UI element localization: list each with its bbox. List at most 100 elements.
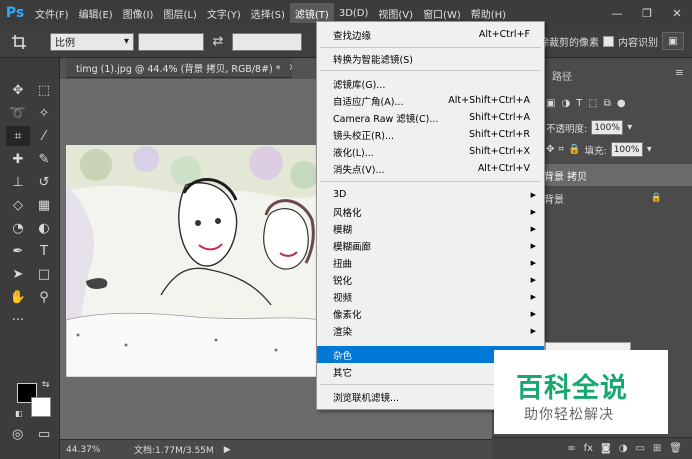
chevron-down-icon[interactable]: ▾ xyxy=(647,144,652,155)
menu-item-3d[interactable]: 3D ▶ xyxy=(317,186,544,203)
menu-item-adaptive-wide-angle[interactable]: 自适应广角(A)... Alt+Shift+Ctrl+A xyxy=(317,92,544,109)
menu-item-sharpen[interactable]: 锐化 ▶ xyxy=(317,271,544,288)
fx-icon[interactable]: fx xyxy=(584,443,593,454)
filter-toggle-icon[interactable]: ● xyxy=(617,98,626,109)
chevron-down-icon[interactable]: ▾ xyxy=(627,122,632,133)
menu-item-lens-correction[interactable]: 镜头校正(R)... Shift+Ctrl+R xyxy=(317,126,544,143)
lasso-tool-icon[interactable]: ➰ xyxy=(6,103,30,123)
menu-help[interactable]: 帮助(H) xyxy=(466,3,511,23)
menu-item-blur[interactable]: 模糊 ▶ xyxy=(317,220,544,237)
photoshop-logo: Ps xyxy=(5,5,25,21)
menu-item-blur-gallery[interactable]: 模糊画廊 ▶ xyxy=(317,237,544,254)
move-tool-icon[interactable]: ✥ xyxy=(6,80,30,100)
crop-height-input[interactable] xyxy=(232,32,302,51)
menu-item-stylize[interactable]: 风格化 ▶ xyxy=(317,203,544,220)
menu-item-liquify[interactable]: 液化(L)... Shift+Ctrl+X xyxy=(317,143,544,160)
new-adjustment-icon[interactable]: ◑ xyxy=(619,443,628,454)
menu-layer[interactable]: 图层(L) xyxy=(158,3,201,23)
shape-filter-icon[interactable]: ⬚ xyxy=(588,98,597,109)
menu-window[interactable]: 窗口(W) xyxy=(418,3,466,23)
blur-tool-icon[interactable]: ◔ xyxy=(6,218,30,238)
menu-separator xyxy=(320,70,541,71)
brush-tool-icon[interactable]: ✎ xyxy=(32,149,56,169)
lock-all-icon[interactable]: 🔒 xyxy=(568,144,580,155)
path-selection-tool-icon[interactable]: ➤ xyxy=(6,264,30,284)
image-filter-icon[interactable]: ▣ xyxy=(546,98,555,109)
eraser-tool-icon[interactable]: ◇ xyxy=(6,195,30,215)
lock-icon: 🔒 xyxy=(650,193,662,203)
layer-row-selected[interactable]: 背景 拷贝 xyxy=(538,164,692,186)
magic-wand-tool-icon[interactable]: ✧ xyxy=(32,103,56,123)
eyedropper-tool-icon[interactable]: ⁄ xyxy=(32,126,56,146)
document-image[interactable] xyxy=(66,145,321,377)
healing-brush-tool-icon[interactable]: ✚ xyxy=(6,149,30,169)
menu-item-shortcut: Alt+Ctrl+F xyxy=(478,29,530,40)
status-menu-arrow-icon[interactable]: ▶ xyxy=(224,445,231,455)
type-tool-icon[interactable]: T xyxy=(32,241,56,261)
history-brush-tool-icon[interactable]: ↺ xyxy=(32,172,56,192)
content-aware-checkbox[interactable] xyxy=(603,35,614,47)
menu-item-video[interactable]: 视频 ▶ xyxy=(317,288,544,305)
type-filter-icon[interactable]: T xyxy=(576,98,582,109)
swap-dimensions-icon[interactable]: ⇄ xyxy=(208,34,228,49)
zoom-level-field[interactable]: 44.37% xyxy=(66,445,106,455)
pen-tool-icon[interactable]: ✒ xyxy=(6,241,30,261)
menu-edit[interactable]: 编辑(E) xyxy=(74,3,118,23)
menu-item-camera-raw[interactable]: Camera Raw 滤镜(C)... Shift+Ctrl+A xyxy=(317,109,544,126)
clone-stamp-tool-icon[interactable]: ⊥ xyxy=(6,172,30,192)
crop-tool-icon[interactable] xyxy=(6,30,32,54)
lock-artboard-icon[interactable]: ⌗ xyxy=(558,144,564,155)
adjustment-filter-icon[interactable]: ◑ xyxy=(561,98,570,109)
add-mask-icon[interactable]: ◙ xyxy=(601,443,611,454)
default-colors-icon[interactable]: ◧ xyxy=(15,409,23,418)
menu-select[interactable]: 选择(S) xyxy=(246,3,290,23)
panel-menu-icon[interactable]: ≡ xyxy=(675,66,684,79)
crop-ratio-select[interactable]: 比例 ▾ xyxy=(50,32,134,51)
menu-type[interactable]: 文字(Y) xyxy=(202,3,246,23)
screen-mode-icon[interactable]: ▭ xyxy=(38,427,50,442)
new-group-icon[interactable]: ▭ xyxy=(635,443,644,454)
new-layer-icon[interactable]: ⊞ xyxy=(653,443,661,454)
menu-item-label: 模糊画廊 xyxy=(333,241,372,253)
gradient-tool-icon[interactable]: ▦ xyxy=(32,195,56,215)
menu-item-pixelate[interactable]: 像素化 ▶ xyxy=(317,305,544,322)
dodge-tool-icon[interactable]: ◐ xyxy=(32,218,56,238)
panel-toggle-button[interactable]: ▣ xyxy=(662,32,684,50)
crop-tool-icon-active[interactable]: ⌗ xyxy=(6,126,30,146)
minimize-button[interactable]: — xyxy=(602,0,632,26)
menu-item-convert-smart-filter[interactable]: 转换为智能滤镜(S) xyxy=(317,50,544,67)
menu-filter[interactable]: 滤镜(T) xyxy=(289,3,334,23)
menu-item-filter-gallery[interactable]: 滤镜库(G)... xyxy=(317,75,544,92)
smart-object-filter-icon[interactable]: ⧉ xyxy=(604,98,611,109)
link-layers-icon[interactable]: ∞ xyxy=(567,443,575,454)
opacity-input[interactable]: 100% xyxy=(591,120,624,135)
submenu-arrow-icon: ▶ xyxy=(530,326,536,335)
close-button[interactable]: ✕ xyxy=(662,0,692,26)
quick-mask-icon[interactable]: ◎ xyxy=(12,427,23,442)
menu-3d[interactable]: 3D(D) xyxy=(334,3,374,23)
close-tab-icon[interactable]: × xyxy=(289,62,292,73)
menu-file[interactable]: 文件(F) xyxy=(30,3,74,23)
hand-tool-icon[interactable]: ✋ xyxy=(6,287,30,307)
lock-position-icon[interactable]: ✥ xyxy=(546,144,554,155)
menu-item-render[interactable]: 渲染 ▶ xyxy=(317,322,544,339)
menu-image[interactable]: 图像(I) xyxy=(118,3,159,23)
fill-input[interactable]: 100% xyxy=(610,142,643,157)
menu-item-vanishing-point[interactable]: 消失点(V)... Alt+Ctrl+V xyxy=(317,160,544,177)
delete-layer-icon[interactable]: 🗑 xyxy=(669,443,682,454)
rectangle-tool-icon[interactable]: □ xyxy=(32,264,56,284)
crop-width-input[interactable] xyxy=(138,32,204,51)
more-tools-icon[interactable]: ··· xyxy=(6,310,30,330)
swap-colors-icon[interactable]: ⇆ xyxy=(42,380,50,390)
menu-view[interactable]: 视图(V) xyxy=(373,3,418,23)
marquee-tool-icon[interactable]: ⬚ xyxy=(32,80,56,100)
layer-name: 背景 xyxy=(544,194,564,206)
background-color-swatch[interactable] xyxy=(31,397,51,417)
document-tab[interactable]: timg (1).jpg @ 44.4% (背景 拷贝, RGB/8#) * × xyxy=(66,58,292,78)
layer-row[interactable]: 背景 🔒 xyxy=(538,187,692,209)
zoom-tool-icon[interactable]: ⚲ xyxy=(32,287,56,307)
menu-item-find-edges[interactable]: 查找边缘 Alt+Ctrl+F xyxy=(317,26,544,43)
tab-paths[interactable]: 路径 xyxy=(552,68,572,83)
restore-button[interactable]: ❐ xyxy=(632,0,662,26)
menu-item-distort[interactable]: 扭曲 ▶ xyxy=(317,254,544,271)
